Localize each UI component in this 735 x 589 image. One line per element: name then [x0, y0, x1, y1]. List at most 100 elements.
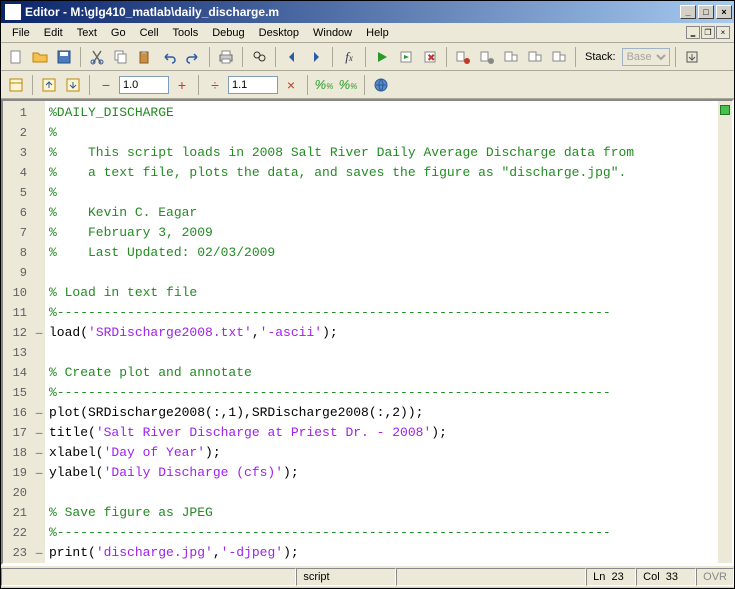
line-number-gutter: 1234567891011121314151617181920212223 [3, 101, 33, 563]
menu-tools[interactable]: Tools [166, 25, 206, 41]
code-line[interactable]: % Load in text file [49, 283, 714, 303]
code-line[interactable] [49, 483, 714, 503]
code-line[interactable]: % [49, 183, 714, 203]
code-line[interactable]: % [49, 123, 714, 143]
fold-marker [33, 523, 45, 543]
code-line[interactable]: load('SRDischarge2008.txt','-ascii'); [49, 323, 714, 343]
code-line[interactable]: % Last Updated: 02/03/2009 [49, 243, 714, 263]
line-number: 15 [3, 383, 27, 403]
window-controls: _ □ × [678, 5, 732, 19]
status-line: Ln 23 [586, 568, 636, 586]
cut-icon[interactable] [86, 46, 108, 68]
code-line[interactable]: % February 3, 2009 [49, 223, 714, 243]
increment-input-b[interactable] [228, 76, 278, 94]
fold-marker [33, 243, 45, 263]
publish-icon[interactable] [370, 74, 392, 96]
doc-restore-button[interactable]: ❐ [701, 26, 715, 39]
code-line[interactable]: %DAILY_DISCHARGE [49, 103, 714, 123]
menu-help[interactable]: Help [359, 25, 396, 41]
plus-icon[interactable]: + [171, 74, 193, 96]
open-folder-icon[interactable] [29, 46, 51, 68]
code-line[interactable]: title('Salt River Discharge at Priest Dr… [49, 423, 714, 443]
menu-text[interactable]: Text [70, 25, 104, 41]
menu-debug[interactable]: Debug [205, 25, 251, 41]
menu-desktop[interactable]: Desktop [252, 25, 306, 41]
mlint-status-icon[interactable] [720, 105, 730, 115]
code-editor[interactable]: %DAILY_DISCHARGE%% This script loads in … [45, 101, 718, 563]
minus-icon[interactable]: − [95, 74, 117, 96]
save-icon[interactable] [53, 46, 75, 68]
cell-next-icon[interactable] [62, 74, 84, 96]
menu-file[interactable]: File [5, 25, 37, 41]
title-bar: Editor - M:\glg410_matlab\daily_discharg… [1, 1, 734, 23]
step-icon[interactable] [500, 46, 522, 68]
step-out-icon[interactable] [548, 46, 570, 68]
code-line[interactable] [49, 343, 714, 363]
breakpoint-clear-icon[interactable] [476, 46, 498, 68]
run-icon[interactable] [371, 46, 393, 68]
code-line[interactable]: print('discharge.jpg','-djpeg'); [49, 543, 714, 563]
breakpoint-set-icon[interactable] [452, 46, 474, 68]
paste-icon[interactable] [134, 46, 156, 68]
menu-window[interactable]: Window [306, 25, 359, 41]
line-number: 20 [3, 483, 27, 503]
fold-marker: – [33, 323, 45, 343]
divide-icon[interactable]: ÷ [204, 74, 226, 96]
stack-select[interactable]: Base [622, 48, 670, 66]
code-line[interactable]: % This script loads in 2008 Salt River D… [49, 143, 714, 163]
window-title: Editor - M:\glg410_matlab\daily_discharg… [25, 5, 678, 19]
fold-marker [33, 183, 45, 203]
status-col: Col 33 [636, 568, 696, 586]
doc-close-button[interactable]: × [716, 26, 730, 39]
minimize-button[interactable]: _ [680, 5, 696, 19]
code-line[interactable]: %---------------------------------------… [49, 383, 714, 403]
back-icon[interactable] [281, 46, 303, 68]
undo-icon[interactable] [158, 46, 180, 68]
main-toolbar: fx ✖ Stack: Base [1, 43, 734, 71]
code-line[interactable]: plot(SRDischarge2008(:,1),SRDischarge200… [49, 403, 714, 423]
menu-bar: File Edit Text Go Cell Tools Debug Deskt… [1, 23, 734, 43]
code-line[interactable]: xlabel('Day of Year'); [49, 443, 714, 463]
line-number: 11 [3, 303, 27, 323]
increment-input-a[interactable] [119, 76, 169, 94]
eval-cell-icon[interactable]: %% [313, 74, 335, 96]
status-bar: script Ln 23 Col 33 OVR [1, 565, 734, 587]
code-line[interactable]: % Save figure as JPEG [49, 503, 714, 523]
fold-marker: – [33, 423, 45, 443]
close-button[interactable]: × [716, 5, 732, 19]
code-line[interactable]: %---------------------------------------… [49, 303, 714, 323]
code-line[interactable]: ylabel('Daily Discharge (cfs)'); [49, 463, 714, 483]
cell-mode-icon[interactable] [5, 74, 27, 96]
eval-cell-adv-icon[interactable]: %% [337, 74, 359, 96]
fold-marker: – [33, 543, 45, 563]
dock-icon[interactable] [681, 46, 703, 68]
maximize-button[interactable]: □ [698, 5, 714, 19]
run-advance-icon[interactable] [395, 46, 417, 68]
code-line[interactable] [49, 263, 714, 283]
code-line[interactable]: % Create plot and annotate [49, 363, 714, 383]
new-file-icon[interactable] [5, 46, 27, 68]
code-line[interactable]: % a text file, plots the data, and saves… [49, 163, 714, 183]
fold-marker [33, 483, 45, 503]
menu-edit[interactable]: Edit [37, 25, 70, 41]
code-line[interactable]: % Kevin C. Eagar [49, 203, 714, 223]
fx-icon[interactable]: fx [338, 46, 360, 68]
mult-icon[interactable]: × [280, 74, 302, 96]
menu-cell[interactable]: Cell [133, 25, 166, 41]
find-icon[interactable] [248, 46, 270, 68]
code-line[interactable]: %---------------------------------------… [49, 523, 714, 543]
fwd-icon[interactable] [305, 46, 327, 68]
print-icon[interactable] [215, 46, 237, 68]
line-number: 14 [3, 363, 27, 383]
stop-debug-icon[interactable]: ✖ [419, 46, 441, 68]
line-number: 5 [3, 183, 27, 203]
copy-icon[interactable] [110, 46, 132, 68]
fold-marker [33, 263, 45, 283]
line-number: 4 [3, 163, 27, 183]
step-in-icon[interactable] [524, 46, 546, 68]
menu-go[interactable]: Go [104, 25, 133, 41]
cell-prev-icon[interactable] [38, 74, 60, 96]
editor-area: 1234567891011121314151617181920212223 ––… [1, 99, 734, 565]
redo-icon[interactable] [182, 46, 204, 68]
doc-min-button[interactable]: ‗ [686, 26, 700, 39]
